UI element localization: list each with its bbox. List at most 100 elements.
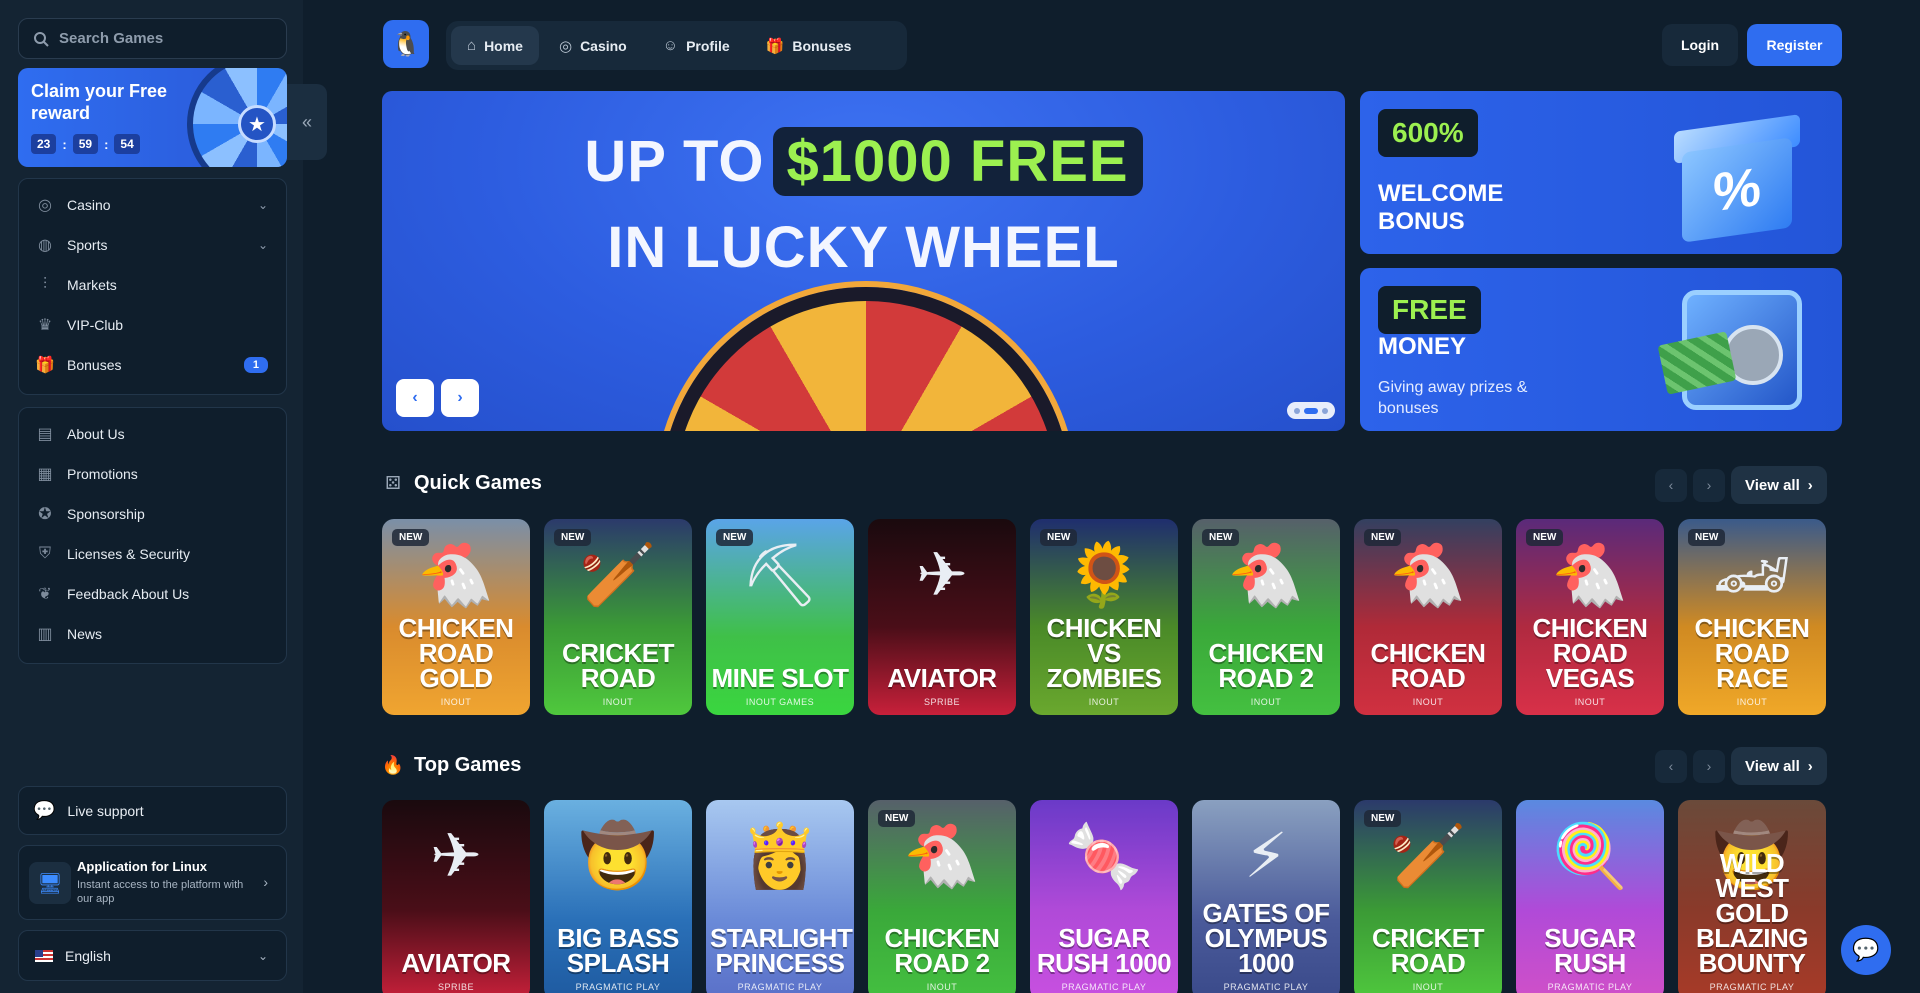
promo-pill: FREE [1378,286,1481,334]
sidebar-item-markets[interactable]: ⫶ Markets [19,265,286,305]
sidebar-item-sponsorship[interactable]: ✪ Sponsorship [19,494,286,534]
chevron-left-icon: ‹ [1668,758,1674,774]
register-button[interactable]: Register [1747,24,1842,66]
game-card[interactable]: 👸 STARLIGHT PRINCESS PRAGMATIC PLAY [706,800,854,993]
chevron-right-icon: › [1706,758,1712,774]
game-card[interactable]: 🐔 NEW CHICKEN ROAD 2 INOUT [1192,519,1340,715]
game-art: 🏎 [1712,541,1792,610]
promo-title: MONEY [1378,333,1467,360]
game-card[interactable]: 🌻 NEW CHICKEN VS ZOMBIES INOUT [1030,519,1178,715]
site-logo[interactable]: 🐧 [383,20,429,68]
hero-line-1: UP TO $1000 FREE [382,127,1345,196]
scroll-right-button[interactable]: › [1693,468,1725,502]
chat-icon: 💬 [1852,937,1880,962]
chevron-down-icon: ⌄ [257,948,268,963]
linux-app-banner[interactable]: 🖥 Application for Linux Instant access t… [18,845,287,920]
top-games-controls: ‹ › View all › [1655,747,1827,785]
view-all-button[interactable]: View all › [1731,747,1827,785]
tab-casino[interactable]: ◎ Casino [543,26,643,65]
game-card[interactable]: 🐔 NEW CHICKEN ROAD 2 INOUT [868,800,1016,993]
sidebar-item-casino[interactable]: ◎ Casino ⌄ [19,185,286,225]
view-all-button[interactable]: View all › [1731,466,1827,504]
pagination-dot[interactable] [1294,407,1300,414]
game-title: CRICKET ROAD [561,638,675,693]
game-card[interactable]: ⚡ GATES OF OLYMPUS 1000 PRAGMATIC PLAY [1192,800,1340,993]
game-provider: INOUT [602,697,634,707]
sidebar-item-label: VIP-Club [67,317,124,333]
chevron-right-icon: › [1706,477,1712,493]
game-art: 👸 [741,822,819,891]
game-title: CHICKEN ROAD VEGAS [1532,613,1648,693]
collapse-sidebar-button[interactable]: « [287,84,327,160]
game-card[interactable]: 🤠 BIG BASS SPLASH PRAGMATIC PLAY [544,800,692,993]
medal-icon: ✪ [38,506,52,523]
casino-chip-icon: ◎ [558,37,573,55]
view-all-label: View all [1745,757,1800,775]
game-card[interactable]: ⛏ NEW MINE SLOT INOUT GAMES [706,519,854,715]
tab-profile[interactable]: ☺ Profile [647,26,746,65]
sidebar-item-vip-club[interactable]: ♛ VIP-Club [19,305,286,345]
chat-button[interactable]: 💬 [1841,925,1891,975]
hero-prev-button[interactable]: ‹ [396,379,434,417]
search-input[interactable]: Search Games [18,18,287,59]
sidebar-item-feedback-about-us[interactable]: ❦ Feedback About Us [19,574,286,614]
game-card[interactable]: 🏏 NEW CRICKET ROAD INOUT [1354,800,1502,993]
live-support-button[interactable]: 💬 Live support [18,786,287,835]
game-art: 🍭 [1551,822,1629,891]
game-provider: INOUT [926,982,958,992]
game-art: ⚡ [1244,822,1288,891]
user-icon: ☺ [662,37,679,54]
sidebar-item-promotions[interactable]: ▦ Promotions [19,454,286,494]
login-button[interactable]: Login [1662,24,1738,66]
game-card[interactable]: 🐔 NEW CHICKEN ROAD VEGAS INOUT [1516,519,1664,715]
game-provider: SPRIBE [923,697,960,707]
pagination-dot[interactable] [1304,407,1318,414]
game-art: ✈ [430,822,482,891]
game-provider: PRAGMATIC PLAY [1223,982,1309,992]
game-art: 🏏 [579,541,657,610]
reward-timer: 23: 59: 54 [31,134,140,154]
game-card[interactable]: 🐔 NEW CHICKEN ROAD INOUT [1354,519,1502,715]
timer-hours: 23 [31,134,57,154]
game-card[interactable]: 🏏 NEW CRICKET ROAD INOUT [544,519,692,715]
hero-pagination[interactable] [1287,402,1335,419]
game-card[interactable]: ✈ AVIATOR SPRIBE [382,800,530,993]
pagination-dot[interactable] [1322,407,1328,414]
game-card[interactable]: 🍬 SUGAR RUSH 1000 PRAGMATIC PLAY [1030,800,1178,993]
tab-label: Bonuses [792,37,852,54]
tab-bonuses[interactable]: 🎁 Bonuses [750,26,868,65]
promo-title: WELCOME BONUS [1378,180,1504,235]
quick-games-row: 🐔 NEW CHICKEN ROAD GOLD INOUT 🏏 NEW CRICKET RO… [382,519,1842,719]
timer-minutes: 59 [72,134,99,154]
scroll-right-button[interactable]: › [1693,749,1725,783]
game-title: AVIATOR [887,663,997,693]
sidebar-item-bonuses[interactable]: 🎁 Bonuses 1 [19,345,286,385]
hero-banner[interactable]: UP TO $1000 FREE IN LUCKY WHEEL ‹ › [382,91,1345,431]
top-games-header: 🔥 Top Games [382,754,522,777]
sidebar-item-about-us[interactable]: ▤ About Us [19,414,286,454]
sidebar-item-label: Promotions [67,466,138,482]
sidebar: Search Games Claim your Free reward 23: … [0,0,303,993]
game-provider: INOUT [1412,982,1444,992]
welcome-bonus-promo[interactable]: 600% WELCOME BONUS % [1360,91,1842,254]
sidebar-item-news[interactable]: ▥ News [19,614,286,654]
language-selector[interactable]: English ⌄ [18,930,287,981]
scroll-left-button[interactable]: ‹ [1655,749,1687,783]
game-card[interactable]: 🏎 NEW CHICKEN ROAD RACE INOUT [1678,519,1826,715]
free-reward-banner[interactable]: Claim your Free reward 23: 59: 54 ★ [18,68,287,167]
scroll-left-button[interactable]: ‹ [1655,468,1687,502]
live-support-label: Live support [67,802,144,819]
sidebar-item-licenses-security[interactable]: ⛨ Licenses & Security [19,534,286,574]
hero-next-button[interactable]: › [441,379,479,417]
game-card[interactable]: ✈ AVIATOR SPRIBE [868,519,1016,715]
game-card[interactable]: 🍭 SUGAR RUSH PRAGMATIC PLAY [1516,800,1664,993]
penguin-logo-icon: 🐧 [391,30,421,58]
game-card[interactable]: 🐔 NEW CHICKEN ROAD GOLD INOUT [382,519,530,715]
game-provider: PRAGMATIC PLAY [1547,982,1633,992]
sidebar-item-sports[interactable]: ◍ Sports ⌄ [19,225,286,265]
game-provider: PRAGMATIC PLAY [1061,982,1147,992]
game-card[interactable]: 🤠 WILD WEST GOLD BLAZING BOUNTY PRAGMATIC … [1678,800,1826,993]
tab-home[interactable]: ⌂ Home [451,26,539,65]
free-money-promo[interactable]: FREE MONEY Giving away prizes & bonuses [1360,268,1842,431]
lucky-wheel-image [661,287,1071,431]
